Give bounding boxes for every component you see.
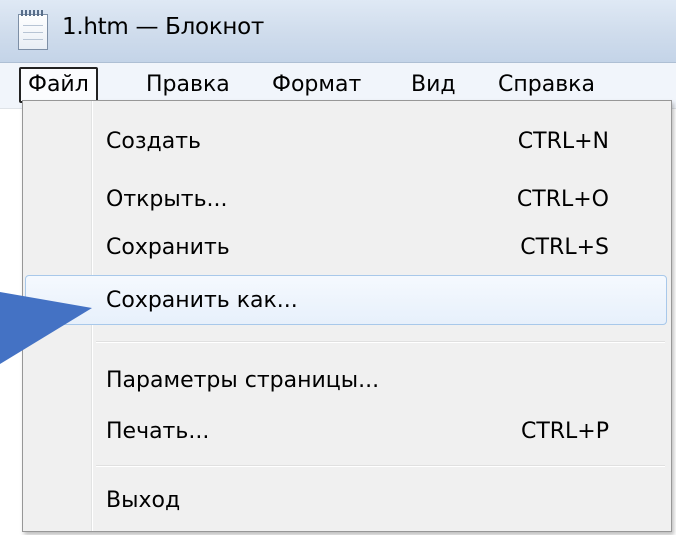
menu-item-label: Печать...: [106, 419, 210, 444]
menu-file[interactable]: Файл: [19, 67, 98, 103]
menu-item-label: Выход: [106, 488, 181, 513]
window-title: 1.htm — Блокнот: [62, 14, 265, 40]
menu-item-shortcut: CTRL+S: [520, 235, 609, 260]
menu-item-label: Сохранить как...: [106, 288, 298, 313]
menu-item-label: Параметры страницы...: [106, 368, 380, 393]
notepad-icon: [18, 10, 48, 50]
menu-separator: [96, 465, 665, 467]
menu-item-label: Открыть...: [106, 187, 228, 212]
menu-item-new[interactable]: Создать CTRL+N: [25, 117, 667, 167]
menu-item-print[interactable]: Печать... CTRL+P: [25, 407, 667, 457]
menu-format[interactable]: Формат: [265, 67, 368, 103]
menu-item-label: Создать: [106, 129, 201, 154]
menu-item-open[interactable]: Открыть... CTRL+O: [25, 175, 667, 225]
menu-item-page-setup[interactable]: Параметры страницы...: [25, 356, 667, 406]
menu-help[interactable]: Справка: [491, 67, 602, 103]
menu-item-shortcut: CTRL+O: [516, 187, 609, 212]
arrow-pointer-icon: [0, 292, 92, 364]
menu-view[interactable]: Вид: [404, 67, 463, 103]
file-menu-dropdown: Создать CTRL+N Открыть... CTRL+O Сохрани…: [22, 100, 672, 532]
menu-edit[interactable]: Правка: [139, 67, 237, 103]
menu-item-label: Сохранить: [106, 235, 230, 260]
menu-separator: [96, 341, 665, 343]
menu-item-save-as[interactable]: Сохранить как...: [25, 275, 667, 325]
menu-item-shortcut: CTRL+P: [520, 419, 609, 444]
menu-item-exit[interactable]: Выход: [25, 476, 667, 526]
menu-item-shortcut: CTRL+N: [517, 129, 609, 154]
menu-item-save[interactable]: Сохранить CTRL+S: [25, 223, 667, 273]
title-bar: 1.htm — Блокнот: [0, 0, 676, 63]
